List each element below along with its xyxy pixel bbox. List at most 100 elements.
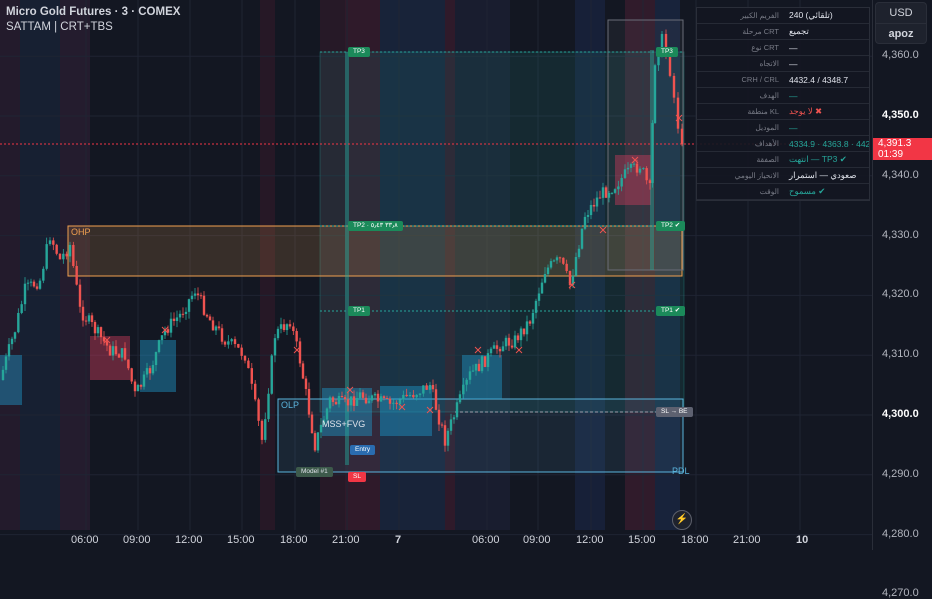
panel-row: الهدف —	[697, 88, 869, 104]
price-tick-label: 4,350.0	[882, 109, 919, 121]
currency-box[interactable]: USD apoz	[875, 2, 927, 44]
candle-body	[495, 345, 499, 349]
model-tag: Model #1	[296, 467, 333, 477]
candle-body	[477, 363, 481, 372]
candle-body	[601, 187, 605, 198]
panel-row: الاتجاه —	[697, 56, 869, 72]
candle-body	[519, 328, 523, 341]
tp3-right-tag: TP3	[656, 47, 678, 57]
panel-row-key: الأهداف	[754, 139, 779, 148]
sl-tag: SL	[348, 472, 366, 482]
candle-body	[562, 257, 565, 264]
candle-body	[672, 75, 676, 98]
candle-body	[282, 324, 286, 331]
pdl-label: PDL	[672, 466, 690, 476]
candle-body	[145, 368, 149, 375]
currency-code[interactable]: USD	[876, 3, 926, 23]
candle-body	[202, 295, 206, 315]
panel-row: منطقة KL لا يوجد ✖	[697, 104, 869, 120]
entry-tag: Entry	[350, 445, 376, 455]
candle-body	[537, 293, 541, 301]
candle-body	[52, 240, 55, 245]
candle-body	[35, 286, 39, 289]
candle-body	[316, 432, 320, 451]
price-tick-label: 4,290.0	[882, 467, 919, 480]
candle-body	[148, 368, 152, 374]
current-price-label: 4,391.3 01:39	[873, 138, 932, 160]
candle-body	[376, 393, 380, 402]
candle-body	[623, 169, 627, 178]
candle-body	[114, 346, 118, 355]
candle-body	[199, 295, 203, 297]
candle-body	[434, 389, 438, 410]
candle-body	[325, 408, 329, 420]
candle-body	[373, 393, 377, 396]
candle-body	[452, 417, 456, 420]
candle-body	[565, 263, 568, 271]
tp2-tag: TP2 · ٣٣٫٨ ٥٫٤٣	[348, 221, 403, 231]
panel-row-key: الصفقة	[756, 155, 779, 164]
flash-icon[interactable]: ⚡	[672, 510, 692, 530]
candle-body	[598, 197, 602, 199]
candle-body	[220, 328, 224, 342]
candle-body	[592, 204, 596, 207]
candle-body	[398, 399, 402, 405]
candle-body	[26, 282, 30, 284]
candle-body	[355, 397, 359, 406]
time-tick-label: 7	[395, 534, 402, 546]
candle-body	[20, 304, 23, 313]
candle-body	[81, 306, 85, 321]
symbol-title[interactable]: Micro Gold Futures · 3 · COMEX	[6, 5, 180, 20]
candle-body	[642, 168, 645, 170]
tp1-tag: TP1	[348, 306, 370, 316]
candle-body	[474, 363, 478, 371]
candle-body	[257, 399, 260, 421]
candle-body	[260, 420, 264, 440]
candle-body	[364, 397, 368, 404]
candle-body	[428, 384, 432, 390]
candle-body	[62, 253, 65, 260]
candle-body	[418, 393, 422, 395]
candle-body	[10, 338, 14, 345]
candle-body	[540, 282, 544, 294]
candle-body	[437, 409, 441, 425]
candle-body	[680, 128, 684, 145]
price-tick-label: 4,340.0	[882, 168, 919, 181]
candle-body	[558, 257, 562, 259]
tp1-right-tag: TP1 ✔	[656, 306, 686, 316]
panel-row-value: 4432.4 / 4348.7	[789, 74, 849, 85]
candle-body	[205, 314, 209, 317]
candle-body	[17, 312, 20, 333]
panel-row-value: لا يوجد ✖	[789, 106, 823, 116]
candle-body	[328, 397, 332, 409]
panel-row: الوقت مسموح ✔	[697, 184, 869, 200]
candle-body	[142, 374, 146, 387]
candle-body	[498, 348, 502, 352]
price-tick-label: 4,320.0	[882, 288, 919, 301]
panel-row-value: —	[789, 122, 798, 133]
candle-body	[233, 339, 237, 345]
candle-body	[395, 402, 398, 405]
candle-body	[651, 122, 654, 184]
indicator-name[interactable]: SATTAM | CRT+TBS	[6, 20, 180, 35]
candle-body	[379, 396, 383, 402]
candle-body	[522, 328, 526, 335]
panel-row-key: الموديل	[755, 123, 779, 132]
candle-body	[425, 385, 428, 390]
candle-body	[577, 248, 581, 258]
candle-body	[227, 341, 230, 345]
candle-body	[193, 293, 197, 296]
price-tick-label: 4,330.0	[882, 228, 919, 241]
candle-body	[4, 356, 8, 370]
candle-body	[543, 274, 547, 283]
candle-body	[352, 396, 356, 406]
candle-body	[99, 327, 103, 338]
candle-body	[595, 197, 599, 207]
candle-body	[301, 363, 305, 379]
account-name[interactable]: apoz	[876, 23, 926, 44]
candle-body	[334, 401, 338, 405]
candle-body	[313, 433, 317, 451]
candle-body	[136, 384, 140, 392]
candle-body	[270, 355, 273, 394]
candle-body	[32, 281, 36, 287]
